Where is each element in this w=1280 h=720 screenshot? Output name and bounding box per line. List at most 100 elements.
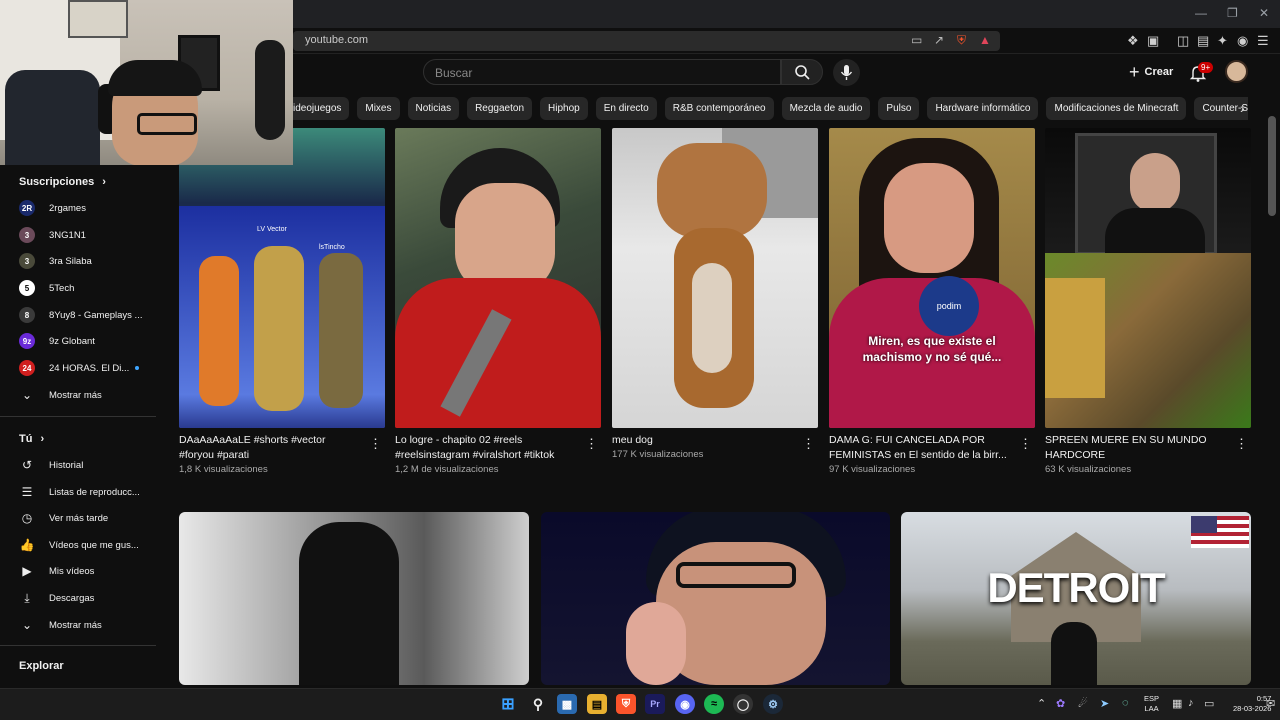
short-caption: Miren, es que existe el machismo y no sé… [862, 334, 1002, 364]
short-thumbnail[interactable]: LV Vector lsTincho [179, 128, 385, 428]
sidebar-item-history[interactable]: ↺ Historial [19, 456, 169, 474]
sidebar-item-liked-videos[interactable]: 👍 Vídeos que me gus... [19, 536, 169, 554]
chevron-down-icon: ⌄ [21, 388, 33, 402]
tray-feather-icon[interactable]: ✿ [1056, 697, 1065, 710]
chevron-right-icon[interactable]: › [1240, 100, 1245, 116]
file-explorer-icon[interactable]: ▤ [587, 694, 607, 714]
browser-toolbar: youtube.com ▭ ↗ ⛨ ▲ ❖ ▣ ◫ ▤ ✦ ◉ ☰ [293, 28, 1280, 54]
widgets-icon[interactable]: ▩ [557, 694, 577, 714]
discord-icon[interactable]: ◉ [675, 694, 695, 714]
playlist-icon: ☰ [21, 485, 33, 499]
sidebar-item-subscription[interactable]: 8 8Yuy8 - Gameplays ... [19, 306, 169, 324]
brave-browser-icon[interactable]: ⛨ [616, 694, 636, 714]
short-title[interactable]: Lo logre - chapito 02 #reels #reelsinsta… [395, 433, 575, 463]
chip[interactable]: Mezcla de audio [781, 97, 871, 120]
sidebar-item-subscription[interactable]: 9z 9z Globant [19, 332, 169, 350]
close-icon[interactable]: ✕ [1259, 6, 1269, 20]
volume-icon[interactable]: ♪ [1188, 697, 1194, 709]
share-icon[interactable]: ↗ [934, 33, 944, 47]
sidebar-item-watch-later[interactable]: ◷ Ver más tarde [19, 509, 169, 527]
short-title[interactable]: DAaAaAaAaLE #shorts #vector #foryou #par… [179, 433, 359, 463]
chevron-up-icon[interactable]: ⌃ [1037, 697, 1046, 710]
tab-search-icon[interactable]: ▣ [1147, 33, 1159, 49]
restore-icon[interactable]: ❐ [1227, 6, 1238, 20]
search-button[interactable] [781, 59, 823, 85]
player-name-tag: lsTincho [319, 244, 345, 251]
more-options-icon[interactable]: ⋮ [1235, 436, 1248, 452]
brave-rewards-icon[interactable]: ▲ [979, 33, 991, 47]
subscriptions-heading-label: Suscripciones [19, 176, 95, 188]
more-options-icon[interactable]: ⋮ [1019, 436, 1032, 452]
search-placeholder: Buscar [435, 66, 473, 80]
steam-icon[interactable]: ⚙ [763, 694, 783, 714]
download-icon: ⤓ [24, 590, 30, 605]
chip[interactable]: Pulso [878, 97, 920, 120]
more-options-icon[interactable]: ⋮ [585, 436, 598, 452]
obs-icon[interactable]: ◯ [733, 694, 753, 714]
video-thumbnail[interactable] [541, 512, 890, 685]
chip[interactable]: Noticias [407, 97, 460, 120]
sidebar-item-subscription[interactable]: 5 5Tech [19, 279, 169, 297]
wallet-icon[interactable]: ▤ [1197, 33, 1209, 49]
tray-bird-icon[interactable]: ➤ [1100, 697, 1109, 710]
show-more-subscriptions[interactable]: ⌄ Mostrar más [19, 386, 169, 404]
show-more-you[interactable]: ⌄ Mostrar más [19, 616, 169, 634]
short-thumbnail[interactable] [1045, 128, 1251, 428]
leo-ai-icon[interactable]: ✦ [1217, 33, 1228, 49]
sidebar-item-subscription[interactable]: 2R 2rgames [19, 199, 169, 217]
chip[interactable]: ideojuegos [293, 97, 350, 120]
chip[interactable]: Hiphop [540, 97, 588, 120]
language-indicator[interactable]: ESP LAA [1144, 694, 1159, 714]
subscriptions-heading[interactable]: Suscripciones › [19, 176, 106, 188]
more-options-icon[interactable]: ⋮ [802, 436, 815, 452]
video-thumbnail[interactable]: DETROIT [901, 512, 1251, 685]
page-scrollbar[interactable] [1268, 116, 1276, 216]
search-input[interactable]: Buscar [423, 59, 781, 85]
short-thumbnail[interactable]: podim Miren, es que existe el machismo y… [829, 128, 1035, 428]
chip[interactable]: En directo [595, 97, 657, 120]
search-icon[interactable]: ⚲ [528, 694, 548, 714]
vpn-icon[interactable]: ◉ [1237, 33, 1248, 49]
short-thumbnail[interactable] [612, 128, 818, 428]
voice-search-button[interactable] [833, 59, 860, 86]
notification-center-icon[interactable]: ✉ [1266, 697, 1275, 710]
create-button[interactable]: + Crear [1121, 60, 1181, 84]
chip[interactable]: R&B contemporáneo [664, 97, 774, 120]
chip[interactable]: Modificaciones de Minecraft [1046, 97, 1187, 120]
headset-icon[interactable]: ☄ [1078, 697, 1088, 710]
sidebar-item-subscription[interactable]: 3 3NG1N1 [19, 226, 169, 244]
spotify-icon[interactable]: ≈ [704, 694, 724, 714]
live-indicator-dot [135, 366, 140, 370]
cast-icon[interactable]: ▭ [911, 33, 922, 47]
brave-shield-icon[interactable]: ⛨ [957, 33, 966, 48]
premiere-pro-icon[interactable]: Pr [645, 694, 665, 714]
chip[interactable]: Reggaeton [467, 97, 533, 120]
sidebar-item-my-videos[interactable]: ▶ Mis vídeos [19, 562, 169, 580]
url-text[interactable]: youtube.com [305, 34, 368, 46]
battery-icon[interactable]: ▭ [1204, 697, 1214, 710]
more-options-icon[interactable]: ⋮ [369, 436, 382, 452]
sidebar-item-playlists[interactable]: ☰ Listas de reproducc... [19, 483, 169, 501]
chip[interactable]: Hardware informático [927, 97, 1039, 120]
channel-avatar: 3 [19, 227, 35, 243]
minimize-icon[interactable]: — [1195, 6, 1207, 20]
extensions-icon[interactable]: ❖ [1127, 33, 1139, 49]
chip[interactable]: Mixes [357, 97, 400, 120]
short-title[interactable]: DAMA G: FUI CANCELADA POR FEMINISTAS en … [829, 433, 1009, 463]
short-thumbnail[interactable] [395, 128, 601, 428]
short-views: 1,8 K visualizaciones [179, 464, 268, 475]
microphone-tray-icon[interactable]: ◌ [1122, 697, 1129, 709]
video-thumbnail[interactable] [179, 512, 529, 685]
sidebar-item-downloads[interactable]: ⤓ Descargas [19, 589, 169, 607]
short-title[interactable]: meu dog [612, 433, 792, 448]
short-title[interactable]: SPREEN MUERE EN SU MUNDO HARDCORE [1045, 433, 1225, 463]
account-avatar[interactable] [1225, 60, 1248, 83]
sidebar-toggle-icon[interactable]: ◫ [1177, 33, 1189, 49]
sidebar-item-subscription[interactable]: 3 3ra Silaba [19, 252, 169, 270]
menu-icon[interactable]: ☰ [1257, 33, 1269, 49]
address-bar[interactable]: youtube.com ▭ ↗ ⛨ ▲ [293, 31, 1000, 51]
network-icon[interactable]: ▦ [1172, 697, 1182, 710]
windows-start-icon[interactable]: ⊞ [498, 694, 518, 714]
you-heading[interactable]: Tú › [19, 433, 44, 445]
sidebar-item-subscription[interactable]: 24 24 HORAS. El Di... [19, 359, 169, 377]
